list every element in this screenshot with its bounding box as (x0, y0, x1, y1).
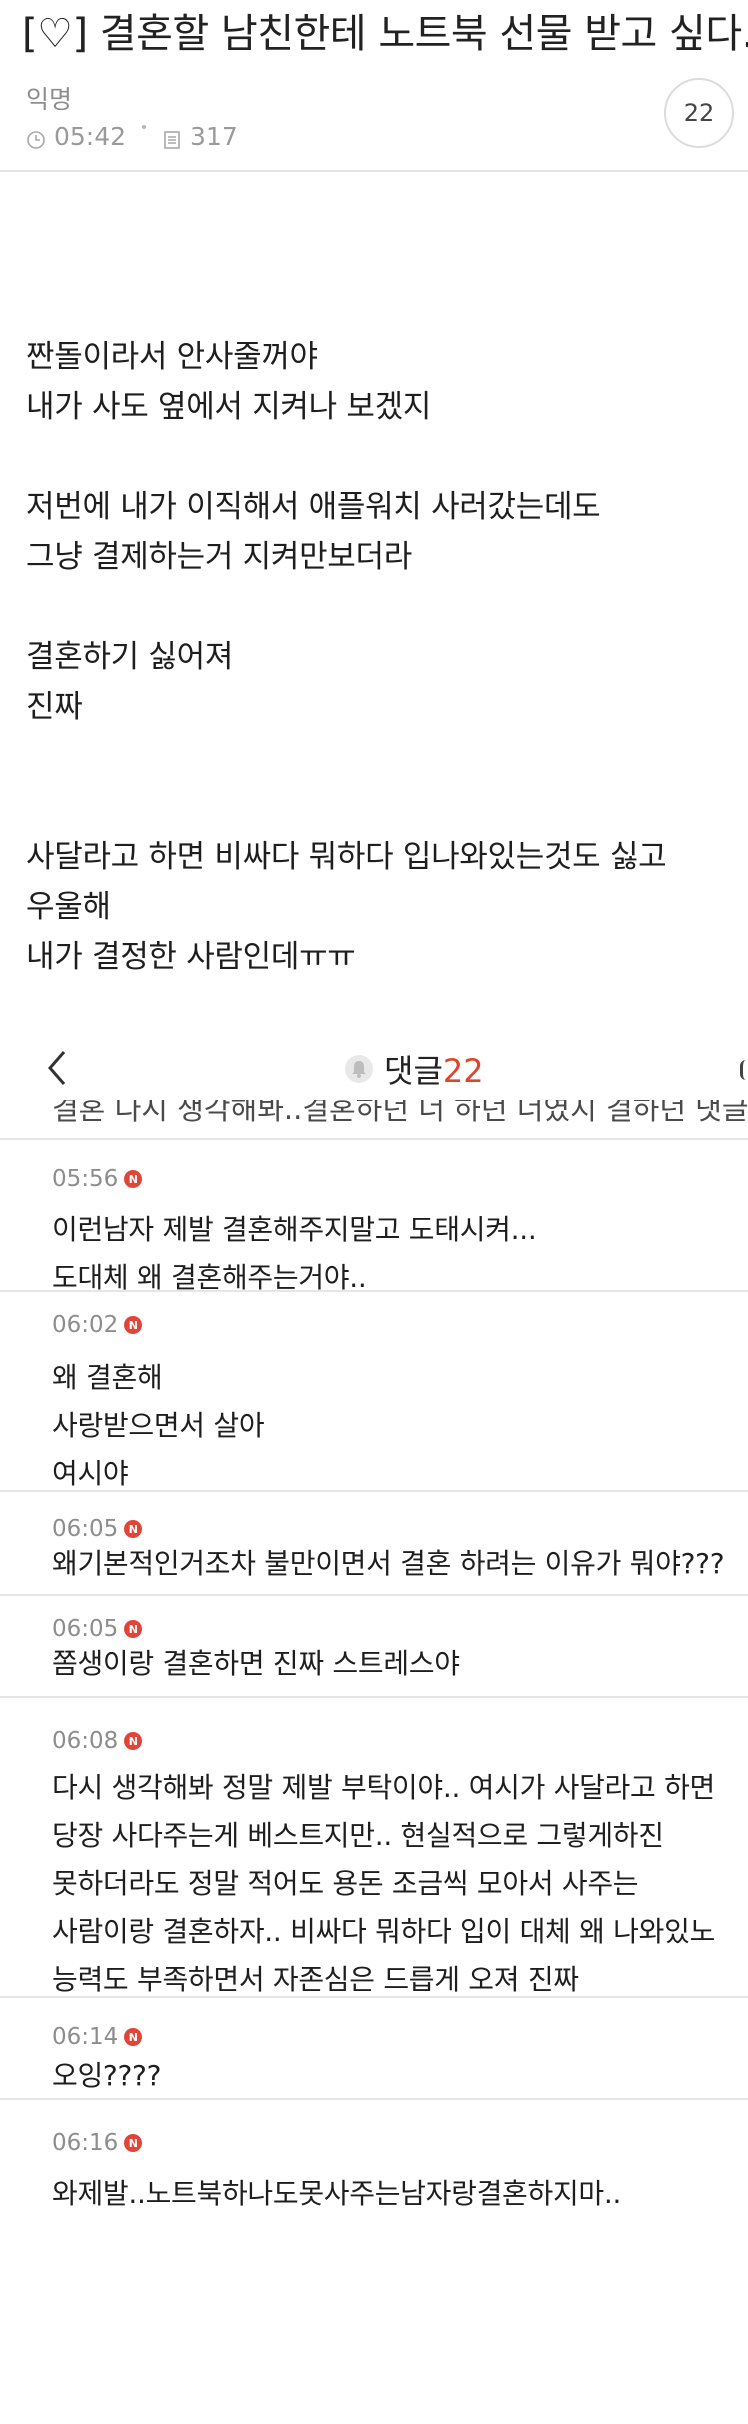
comment-count-button[interactable]: 22 (664, 78, 734, 148)
comment-item[interactable]: 06:05 N 쫌생이랑 결혼하면 진짜 스트레스야 (0, 1594, 748, 1696)
comment-line: 당장 사다주는게 베스트지만.. 현실적으로 그렇게하진 (52, 1819, 664, 1852)
comment-item[interactable]: 06:08 N 다시 생각해봐 정말 제발 부탁이야.. 여시가 사달라고 하면당장… (0, 1696, 748, 1996)
post-author: 익명 (26, 85, 73, 114)
post-body-line (26, 582, 726, 632)
comment-time: 05:56 (52, 1166, 119, 1192)
comment-meta: 06:05 N (52, 1616, 143, 1642)
post-body-line: 짠돌이라서 안사줄꺼야 (26, 339, 318, 375)
comment-line: 못하더라도 정말 적어도 용돈 조금씩 모아서 사주는 (52, 1867, 639, 1900)
comment-line: 이런남자 제발 결혼해주지말고 도태시켜... (52, 1213, 537, 1246)
comment-body: 오잉???? (52, 2052, 742, 2100)
comments-header-bar: 댓글22 (0, 1036, 748, 1100)
new-badge: N (124, 1520, 143, 1538)
comment-body: 와제발..노트북하나도못사주는남자랑결혼하지마.. (52, 2170, 742, 2218)
comment-line: 사랑받으면서 살아 (52, 1409, 265, 1442)
comments-label: 댓글 (384, 1052, 443, 1090)
cut-off-comment: 결혼 다시 생각해봐..결혼하던 너 하던 너였지 결하던 댓글 (0, 1100, 748, 1136)
post-body-line: 내가 사도 옆에서 지켜나 보겠지 (26, 389, 432, 425)
comment-time: 06:14 (52, 2024, 119, 2050)
bell-icon[interactable] (344, 1054, 374, 1084)
edge-handle (740, 1060, 748, 1080)
comment-time: 06:08 (52, 1728, 119, 1754)
new-badge: N (124, 1170, 143, 1188)
post-body-line (26, 432, 726, 482)
comment-line: 왜기본적인거조차 불만이면서 결혼 하려는 이유가 뭐야??? (52, 1547, 725, 1580)
post-body-line: 그냥 결제하는거 지켜만보더라 (26, 539, 412, 575)
post-views: 317 (190, 122, 238, 151)
comment-meta: 06:02 N (52, 1312, 143, 1338)
post-header: [♡] 결혼할 남친한테 노트북 선물 받고 싶다.. 익명 05:42 317… (0, 0, 748, 172)
comment-body: 다시 생각해봐 정말 제발 부탁이야.. 여시가 사달라고 하면당장 사다주는게… (52, 1764, 742, 2004)
comment-meta: 06:14 N (52, 2024, 143, 2050)
post-body-line: 저번에 내가 이직해서 애플워치 사러갔는데도 (26, 489, 601, 525)
comment-line: 왜 결혼해 (52, 1361, 163, 1394)
meta-separator (142, 124, 147, 129)
post-body-line: 진짜 (26, 689, 83, 725)
comment-line: 사람이랑 결혼하자.. 비싸다 뭐하다 입이 대체 왜 나와있노 (52, 1915, 715, 1948)
comment-meta: 06:08 N (52, 1728, 143, 1754)
comment-item[interactable]: 06:05 N 왜기본적인거조차 불만이면서 결혼 하려는 이유가 뭐야??? (0, 1490, 748, 1594)
comment-line: 쫌생이랑 결혼하면 진짜 스트레스야 (52, 1647, 460, 1680)
post-time: 05:42 (54, 122, 127, 151)
post-body-line: 내가 결정한 사람인데ㅠㅠ (26, 939, 356, 975)
new-badge: N (124, 2028, 143, 2046)
new-badge: N (124, 2134, 143, 2152)
new-badge: N (124, 1620, 143, 1638)
comments-count: 22 (442, 1052, 484, 1090)
comment-time: 06:05 (52, 1616, 119, 1642)
new-badge: N (124, 1316, 143, 1334)
post-body-line (26, 782, 726, 832)
comments-title: 댓글22 (384, 1046, 484, 1092)
comment-body: 왜 결혼해 사랑받으면서 살아 여시야 (52, 1354, 742, 1498)
post-body-line (26, 732, 726, 782)
comment-meta: 05:56 N (52, 1166, 143, 1192)
clock-icon (26, 127, 46, 149)
comment-line: 와제발..노트북하나도못사주는남자랑결혼하지마.. (52, 2177, 622, 2210)
comment-item[interactable]: 06:16 N 와제발..노트북하나도못사주는남자랑결혼하지마.. (0, 2098, 748, 2424)
post-body: 짠돌이라서 안사줄꺼야내가 사도 옆에서 지켜나 보겠지저번에 내가 이직해서 … (26, 332, 726, 982)
comment-line: 오잉???? (52, 2059, 162, 2092)
cut-off-comment-text: 결혼 다시 생각해봐..결혼하던 너 하던 너였지 결하던 댓글 (52, 1100, 748, 1126)
post-body-line: 사달라고 하면 비싸다 뭐하다 입나와있는것도 싫고 (26, 839, 667, 875)
comment-body: 왜기본적인거조차 불만이면서 결혼 하려는 이유가 뭐야??? (52, 1540, 742, 1588)
comment-meta: 06:16 N (52, 2130, 143, 2156)
comment-item[interactable]: 06:14 N 오잉???? (0, 1996, 748, 2098)
comment-meta: 06:05 N (52, 1516, 143, 1542)
post-body-line: 결혼하기 싫어져 (26, 639, 234, 675)
post-meta: 05:42 317 (26, 122, 238, 151)
comment-time: 06:16 (52, 2130, 119, 2156)
post-body-line: 우울해 (26, 889, 111, 925)
comment-item[interactable]: 05:56 N 이런남자 제발 결혼해주지말고 도태시켜... 도대체 왜 결혼해주는… (0, 1138, 748, 1294)
back-icon[interactable] (40, 1046, 80, 1090)
comment-body: 이런남자 제발 결혼해주지말고 도태시켜... 도대체 왜 결혼해주는거야.. (52, 1206, 742, 1302)
comment-time: 06:05 (52, 1516, 119, 1542)
new-badge: N (124, 1732, 143, 1750)
comment-body: 쫌생이랑 결혼하면 진짜 스트레스야 (52, 1640, 742, 1688)
comment-line: 다시 생각해봐 정말 제발 부탁이야.. 여시가 사달라고 하면 (52, 1771, 715, 1804)
comment-item[interactable]: 06:02 N 왜 결혼해 사랑받으면서 살아 여시야 (0, 1290, 748, 1490)
comment-time: 06:02 (52, 1312, 119, 1338)
views-icon (162, 127, 182, 149)
post-title: [♡] 결혼할 남친한테 노트북 선물 받고 싶다.. (22, 11, 748, 57)
